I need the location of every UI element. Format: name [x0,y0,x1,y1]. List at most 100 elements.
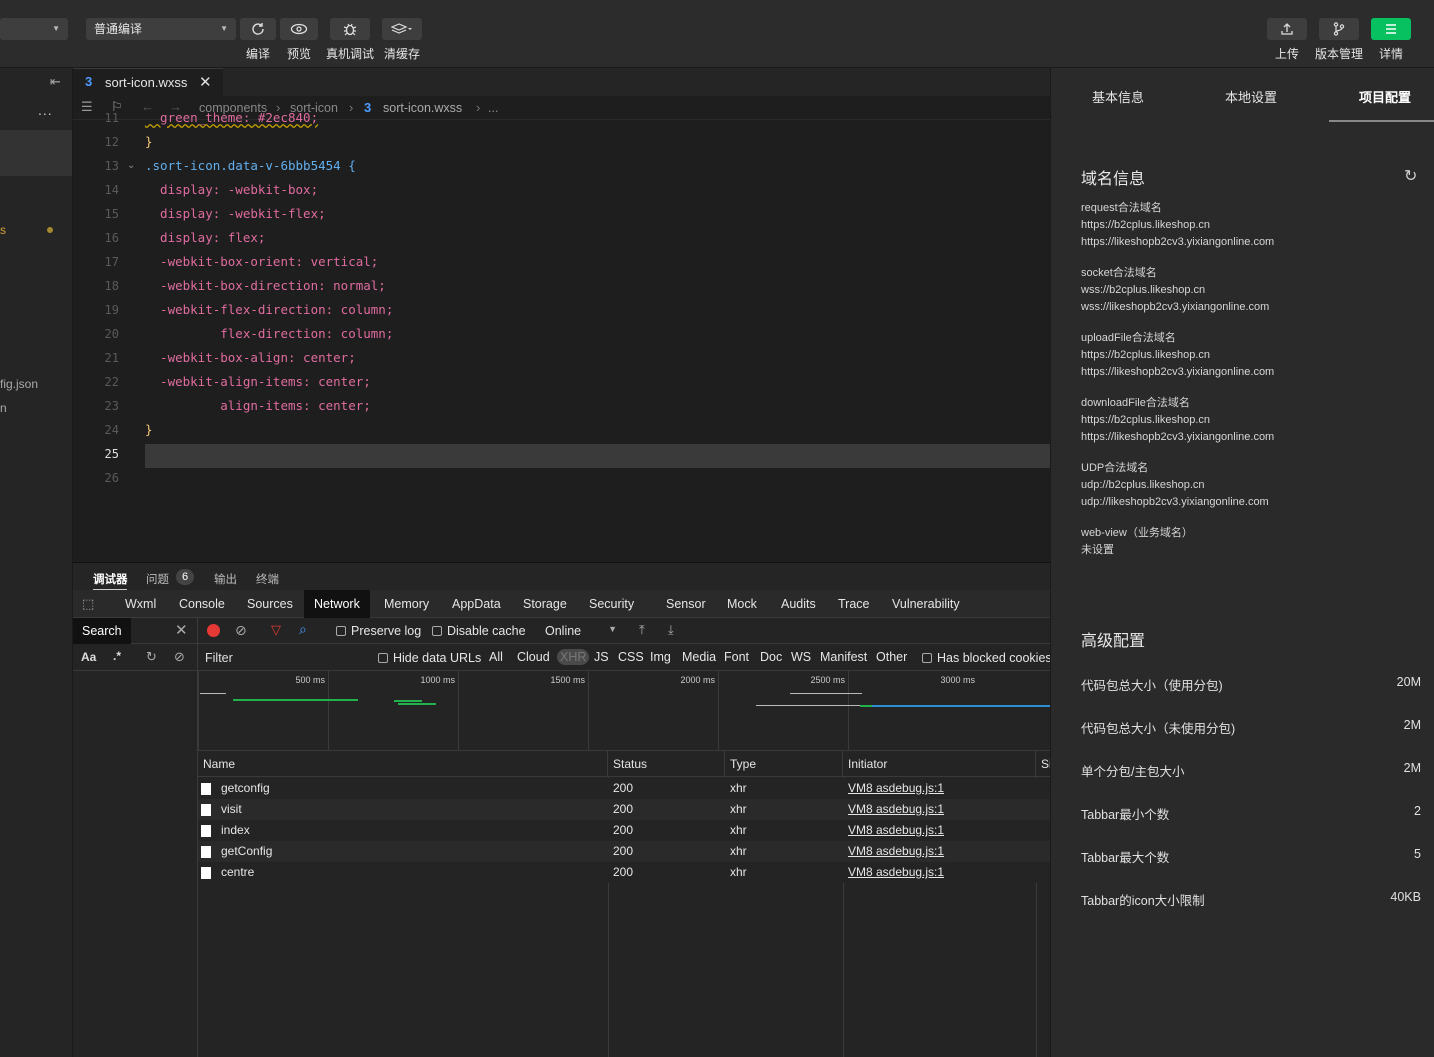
tab-debugger[interactable]: 调试器 [93,571,128,587]
devtools-tab-security[interactable]: Security [589,590,634,618]
devtools-tab-storage[interactable]: Storage [523,590,567,618]
code-editor[interactable]: ☰ ⚐ ← → components › sort-icon › 3 sort-… [73,96,1050,561]
column-name[interactable]: Name [198,751,608,777]
record-icon[interactable] [207,624,220,637]
table-row[interactable]: getConfig 200 xhr VM8 asdebug.js:1 [198,841,1050,862]
project-selector[interactable]: ▼ [0,18,68,40]
refresh-icon[interactable]: ↻ [146,649,157,665]
filter-input[interactable]: Filter [205,651,365,665]
clear-icon[interactable]: ⊘ [235,622,247,639]
request-initiator-link[interactable]: VM8 asdebug.js:1 [843,820,944,841]
devtools-tab-trace[interactable]: Trace [838,590,870,618]
request-initiator-link[interactable]: VM8 asdebug.js:1 [843,841,944,862]
tab-issues[interactable]: 问题 [146,571,169,587]
request-status: 200 [613,823,634,837]
filter-type-img[interactable]: Img [650,650,671,664]
filter-type-font[interactable]: Font [724,650,749,664]
tree-item-partial[interactable]: s [0,223,6,237]
filter-type-all[interactable]: All [489,650,503,664]
devtools-tab-audits[interactable]: Audits [781,590,816,618]
version-control-button[interactable] [1319,18,1359,40]
selected-tree-item[interactable] [0,130,72,176]
devtools-tab-mock[interactable]: Mock [727,590,757,618]
request-name: getConfig [221,844,273,858]
filter-type-xhr[interactable]: XHR [557,649,590,665]
table-row[interactable]: centre 200 xhr VM8 asdebug.js:1 [198,862,1050,883]
regex-toggle[interactable]: .* [113,649,121,663]
more-options-icon[interactable]: ... [38,102,53,118]
tree-item-partial[interactable]: n [0,401,7,415]
devtools-tab-memory[interactable]: Memory [384,590,429,618]
filter-type-css[interactable]: CSS [618,650,644,664]
inspect-element-icon[interactable]: ⬚ [82,596,94,612]
search-header: Search ✕ [73,618,198,644]
code-line: display: -webkit-flex; [145,206,326,221]
code-line: display: flex; [145,230,266,245]
filter-icon[interactable]: ▽ [271,622,281,638]
filter-type-ws[interactable]: WS [791,650,811,664]
filter-type-manifest[interactable]: Manifest [820,650,867,664]
column-initiator[interactable]: Initiator [843,751,1036,777]
tab-terminal[interactable]: 终端 [256,571,279,587]
breadcrumb-file[interactable]: sort-icon.wxss [383,101,462,115]
devtools-tab-console[interactable]: Console [179,590,225,618]
filter-type-media[interactable]: Media [682,650,716,664]
table-row[interactable]: visit 200 xhr VM8 asdebug.js:1 [198,799,1050,820]
export-har-icon[interactable]: ⤓ [668,622,674,638]
timeline-bar [860,705,872,707]
fold-chevron-icon[interactable]: ⌄ [127,160,135,171]
clear-cache-button[interactable] [382,18,422,40]
remote-debug-button[interactable] [330,18,370,40]
code-line: display: -webkit-box; [145,182,319,197]
breadcrumb-more[interactable]: ... [488,101,498,115]
tab-basic-info[interactable]: 基本信息 [1054,68,1182,122]
tab-local-settings[interactable]: 本地设置 [1187,68,1315,122]
filter-type-cloud[interactable]: Cloud [517,650,550,664]
tree-item-config-json[interactable]: fig.json [0,377,38,391]
throttle-select[interactable]: Online ▼ [545,624,617,638]
column-size[interactable]: Si [1036,751,1050,777]
preserve-log-checkbox[interactable]: Preserve log [336,624,421,638]
tab-output[interactable]: 输出 [214,571,237,587]
column-type[interactable]: Type [725,751,843,777]
devtools-tab-appdata[interactable]: AppData [452,590,501,618]
domain-value: https://b2cplus.likeshop.cn [1081,219,1211,231]
filter-type-other[interactable]: Other [876,650,907,664]
clear-icon[interactable]: ⊘ [174,649,185,665]
devtools-tab-wxml[interactable]: Wxml [125,590,156,618]
tab-project-config[interactable]: 项目配置 [1321,68,1434,122]
editor-tab[interactable]: 3 sort-icon.wxss ✕ [73,68,223,96]
preview-button[interactable] [280,18,318,40]
import-har-icon[interactable]: ⤒ [639,622,645,638]
column-status[interactable]: Status [608,751,725,777]
request-initiator-link[interactable]: VM8 asdebug.js:1 [843,862,944,883]
search-icon[interactable]: ⌕ [299,621,307,638]
compile-button[interactable] [240,18,276,40]
hide-data-urls-checkbox[interactable]: Hide data URLs [378,651,481,665]
devtools-tab-vulnerability[interactable]: Vulnerability [892,590,960,618]
line-number: 12 [104,135,119,149]
blocked-cookies-checkbox[interactable]: Has blocked cookies [922,651,1052,665]
filter-type-js[interactable]: JS [594,650,609,664]
line-number: 15 [104,207,119,221]
upload-button[interactable] [1267,18,1307,40]
disable-cache-checkbox[interactable]: Disable cache [432,624,526,638]
match-case-toggle[interactable]: Aa [81,650,96,664]
table-row[interactable]: index 200 xhr VM8 asdebug.js:1 [198,820,1050,841]
compile-mode-label: 普通编译 [94,22,143,36]
close-icon[interactable]: ✕ [175,621,188,639]
devtools-tab-sources[interactable]: Sources [247,590,293,618]
compile-mode-select[interactable]: 普通编译 ▼ [86,18,236,40]
details-button[interactable] [1371,18,1411,40]
close-icon[interactable]: ✕ [199,73,212,91]
filter-type-doc[interactable]: Doc [760,650,782,664]
request-initiator-link[interactable]: VM8 asdebug.js:1 [843,799,944,820]
devtools-tab-sensor[interactable]: Sensor [666,590,706,618]
search-tab[interactable]: Search [73,618,131,644]
collapse-sidebar-icon[interactable]: ⇤ [50,74,61,90]
devtools-tab-network[interactable]: Network [304,590,370,618]
line-number: 24 [104,423,119,437]
request-initiator-link[interactable]: VM8 asdebug.js:1 [843,778,944,799]
refresh-icon[interactable]: ↻ [1404,166,1417,186]
table-row[interactable]: getconfig 200 xhr VM8 asdebug.js:1 [198,778,1050,799]
